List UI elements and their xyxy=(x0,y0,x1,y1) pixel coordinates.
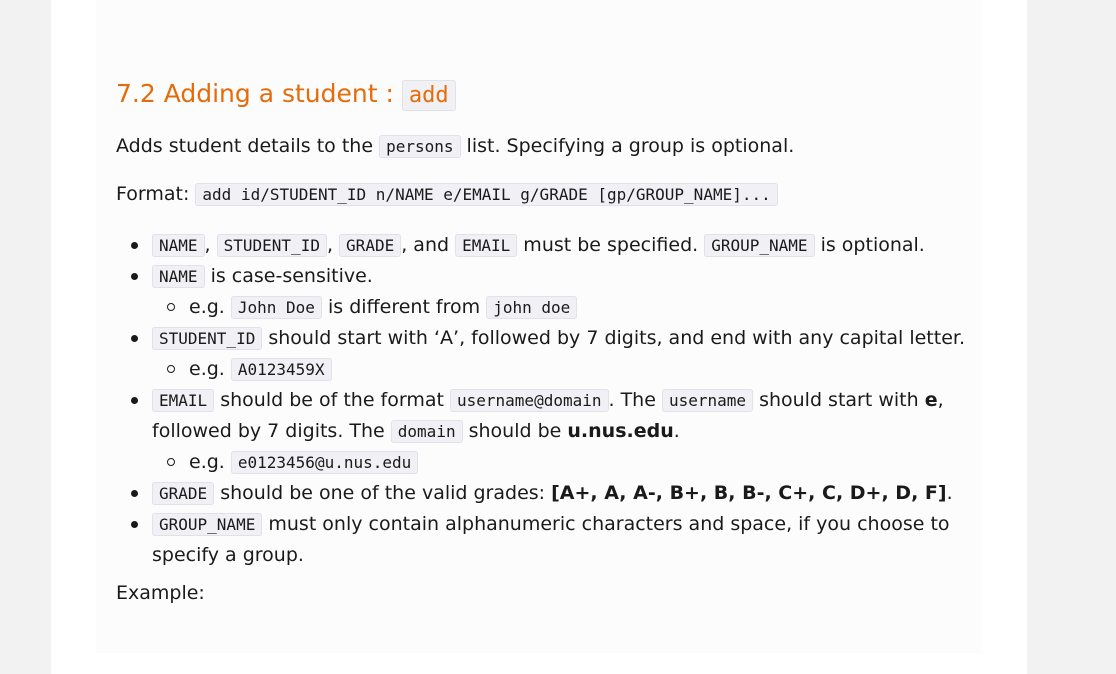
text: should be xyxy=(462,420,568,442)
list-item: NAME is case-sensitive. e.g. John Doe is… xyxy=(116,261,966,323)
intro-text-end: list. Specifying a group is optional. xyxy=(460,135,795,157)
section-heading-code: add xyxy=(401,80,456,111)
inline-code: NAME xyxy=(152,265,205,288)
inline-code: John Doe xyxy=(230,296,322,319)
inline-code: john doe xyxy=(486,296,578,319)
inline-code: EMAIL xyxy=(152,389,215,412)
inline-code: EMAIL xyxy=(455,234,518,257)
inline-code: GRADE xyxy=(339,234,402,257)
text: is different from xyxy=(321,296,487,318)
list-item: EMAIL should be of the format username@d… xyxy=(116,385,966,478)
format-paragraph: Format: add id/STUDENT_ID n/NAME e/EMAIL… xyxy=(116,179,778,210)
format-label: Format: xyxy=(116,183,196,205)
text: e.g. xyxy=(189,358,231,380)
sub-list: e.g. A0123459X xyxy=(152,354,966,385)
inline-code: STUDENT_ID xyxy=(152,327,263,350)
inline-code: GROUP_NAME xyxy=(152,513,263,536)
text: should start with xyxy=(753,389,925,411)
sub-list-item: e.g. e0123456@u.nus.edu xyxy=(152,447,966,478)
text: . xyxy=(673,420,680,442)
text: e.g. xyxy=(189,296,231,318)
inline-code: domain xyxy=(390,420,463,443)
text: , xyxy=(326,234,340,256)
sub-list: e.g. John Doe is different from john doe xyxy=(152,292,966,323)
requirements-list: NAME, STUDENT_ID, GRADE, and EMAIL must … xyxy=(116,230,966,570)
text: should be one of the valid grades: xyxy=(214,482,552,504)
text: , xyxy=(204,234,217,256)
inline-code: username xyxy=(661,389,754,412)
inline-code: A0123459X xyxy=(230,358,332,381)
inline-code: GROUP_NAME xyxy=(704,234,815,257)
text: should be of the format xyxy=(214,389,450,411)
sub-list-item: e.g. A0123459X xyxy=(152,354,966,385)
bold-text: e xyxy=(924,389,938,411)
bold-text: u.nus.edu xyxy=(567,420,674,442)
intro-code: persons xyxy=(379,135,461,158)
list-item: NAME, STUDENT_ID, GRADE, and EMAIL must … xyxy=(116,230,966,261)
text: . xyxy=(946,482,953,504)
text: e.g. xyxy=(189,451,231,473)
inline-code: e0123456@u.nus.edu xyxy=(230,451,419,474)
inline-code: NAME xyxy=(152,234,205,257)
sub-list: e.g. e0123456@u.nus.edu xyxy=(152,447,966,478)
text: is case-sensitive. xyxy=(204,265,373,287)
format-code: add id/STUDENT_ID n/NAME e/EMAIL g/GRADE… xyxy=(195,183,778,206)
sub-list-item: e.g. John Doe is different from john doe xyxy=(152,292,966,323)
inline-code: GRADE xyxy=(152,482,215,505)
doc-content-panel: 7.2 Adding a student : add Adds student … xyxy=(96,0,982,653)
example-label: Example: xyxy=(116,582,205,604)
text: must only contain alphanumeric character… xyxy=(152,513,950,566)
list-item: GRADE should be one of the valid grades:… xyxy=(116,478,966,509)
page: 7.2 Adding a student : add Adds student … xyxy=(51,0,1027,674)
inline-code: username@domain xyxy=(450,389,609,412)
text: , and xyxy=(401,234,456,256)
intro-paragraph: Adds student details to the persons list… xyxy=(116,131,794,162)
text: . The xyxy=(608,389,662,411)
text: should start with ‘A’, followed by 7 dig… xyxy=(262,327,965,349)
list-item: GROUP_NAME must only contain alphanumeri… xyxy=(116,509,966,570)
list-item: STUDENT_ID should start with ‘A’, follow… xyxy=(116,323,966,385)
text: must be specified. xyxy=(517,234,705,256)
section-heading-text: 7.2 Adding a student : xyxy=(116,79,402,108)
section-heading: 7.2 Adding a student : add xyxy=(116,76,456,114)
inline-code: STUDENT_ID xyxy=(216,234,327,257)
bold-text: [A+, A, A-, B+, B, B-, C+, C, D+, D, F] xyxy=(551,482,947,504)
intro-text: Adds student details to the xyxy=(116,135,380,157)
text: is optional. xyxy=(814,234,925,256)
